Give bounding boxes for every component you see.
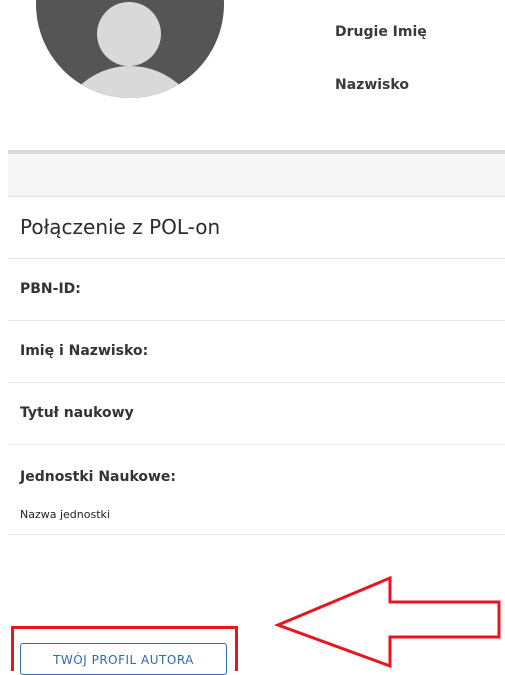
red-arrow-annotation <box>273 575 501 669</box>
author-profile-button[interactable]: TWÓJ PROFIL AUTORA <box>20 643 227 675</box>
